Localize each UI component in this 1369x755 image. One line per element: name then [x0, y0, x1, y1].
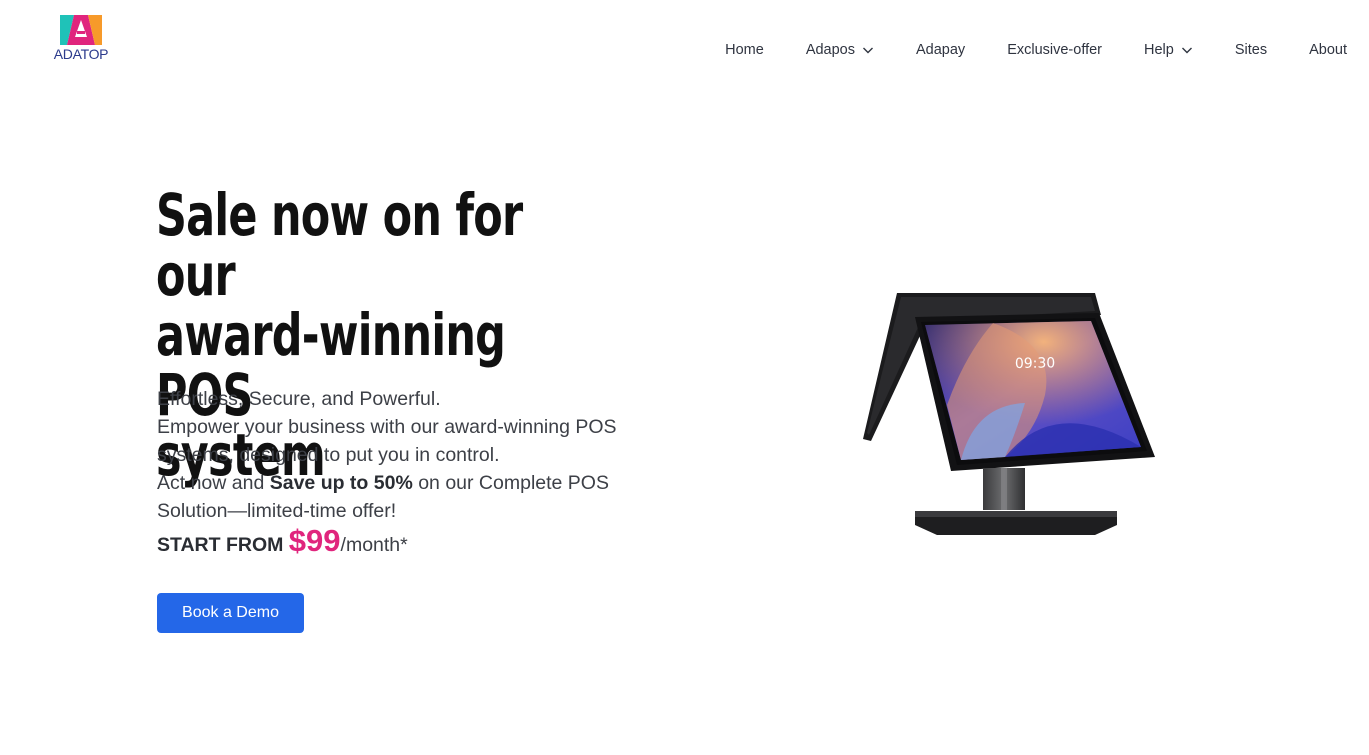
- offer-text: Act now and: [157, 472, 270, 494]
- price-suffix: /month*: [340, 534, 408, 556]
- hero-pitch: Empower your business with our award-win…: [157, 416, 617, 466]
- screen-clock: 09:30: [1015, 355, 1056, 372]
- nav-label: Sites: [1234, 42, 1268, 58]
- nav-item-adapos[interactable]: Adapos: [806, 38, 874, 62]
- nav-item-adapay[interactable]: Adapay: [916, 38, 965, 62]
- site-header: ADATOP Home Adapos Adapay Exclusive-offe…: [0, 0, 1369, 100]
- chevron-down-icon: [1181, 47, 1192, 54]
- hero-offer: Act now and Save up to 50% on our Comple…: [157, 469, 677, 525]
- offer-highlight: Save up to 50%: [269, 472, 413, 494]
- nav-item-home[interactable]: Home: [725, 38, 764, 62]
- hero-tagline: Effortless, Secure, and Powerful.: [157, 388, 441, 410]
- nav-label: About: [1309, 42, 1347, 58]
- nav-label: Help: [1144, 42, 1174, 58]
- logo-mark-icon: [60, 15, 102, 45]
- nav-item-exclusive-offer[interactable]: Exclusive-offer: [1007, 38, 1102, 62]
- nav-label: Home: [725, 42, 764, 58]
- chevron-down-icon: [863, 47, 873, 54]
- nav-item-help[interactable]: Help: [1144, 38, 1193, 62]
- nav-label: Adapay: [916, 42, 966, 58]
- pos-terminal-image: 09:30: [863, 293, 1155, 535]
- price-line: START FROM $99/month*: [157, 523, 408, 559]
- adatop-logo[interactable]: ADATOP: [49, 15, 113, 65]
- nav-label: Exclusive-offer: [1007, 42, 1103, 58]
- hero-description: Effortless, Secure, and Powerful. Empowe…: [157, 385, 677, 525]
- nav-label: Adapos: [805, 42, 855, 58]
- main-nav: Home Adapos Adapay Exclusive-offer Help …: [725, 38, 1347, 62]
- price-lead: START FROM: [157, 534, 289, 556]
- nav-item-sites[interactable]: Sites: [1235, 38, 1267, 62]
- price-amount: $99: [288, 523, 341, 558]
- logo-wordmark: ADATOP: [53, 46, 109, 62]
- nav-item-about[interactable]: About: [1309, 38, 1347, 62]
- book-demo-button[interactable]: Book a Demo: [157, 593, 304, 633]
- hero-title-line: Sale now on for our: [156, 181, 523, 309]
